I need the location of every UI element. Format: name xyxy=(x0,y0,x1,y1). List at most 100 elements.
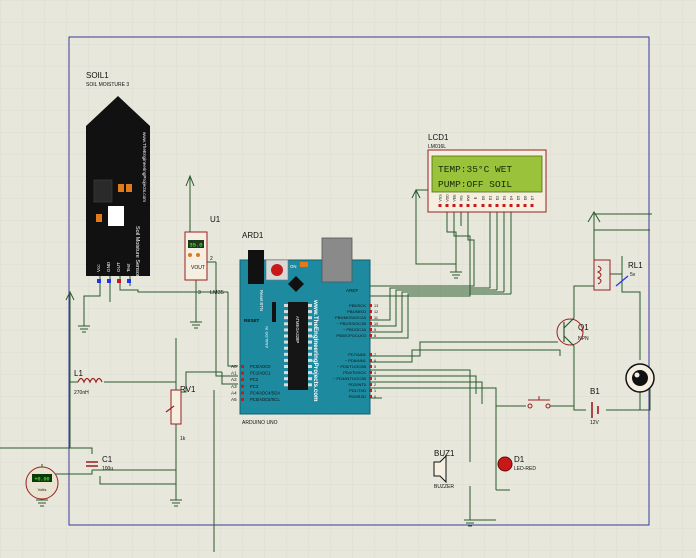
pin-dot xyxy=(127,279,131,283)
lm35-led xyxy=(196,253,200,257)
analog-pin: A2 xyxy=(231,377,237,382)
pin-dot xyxy=(369,328,372,331)
pin-dot xyxy=(241,384,244,388)
digital-pin-number: 6 xyxy=(374,359,376,363)
chip-pin xyxy=(308,340,312,344)
d1-ref: D1 xyxy=(514,455,525,464)
pin-dot xyxy=(369,316,372,319)
lcd-pin-label: VEE xyxy=(453,194,457,202)
voltmeter-display: +0.00 xyxy=(34,477,49,483)
digital-pin-label: ~ PB2/SS/OC1B xyxy=(337,321,367,326)
digital-pin-number: 8 xyxy=(374,334,376,338)
lcd-pin-dot xyxy=(466,204,470,207)
u1-ref: U1 xyxy=(210,215,221,224)
pin-dot xyxy=(117,279,121,283)
digital-pin-number: 2 xyxy=(374,383,376,387)
lcd-pin-label: D6 xyxy=(524,196,528,201)
arduino-uno[interactable]: ARD1 Reset BTN ON ATMEGA328P www.TheEngi… xyxy=(231,231,378,426)
lm35-type: LM35 xyxy=(210,290,224,296)
pin-dot xyxy=(107,279,111,283)
motor-shaft xyxy=(634,372,640,378)
pin-dot xyxy=(369,334,372,337)
lcd-ref: LCD1 xyxy=(428,133,449,142)
lm35-pin-number-bottom: 3 xyxy=(198,290,201,296)
lcd-pin-label: D0 xyxy=(482,196,486,201)
digital-pin-label: PB4/MISO xyxy=(347,309,366,314)
dc-motor[interactable] xyxy=(625,363,655,393)
pin-dot xyxy=(369,389,372,392)
chip-pin xyxy=(284,352,288,356)
lcd-line-2: PUMP:OFF SOIL xyxy=(438,179,512,190)
arduino-reset-label: RESET xyxy=(244,318,260,323)
atmega-label: ATMEGA328P xyxy=(295,316,300,343)
pin-dot xyxy=(369,310,372,313)
lcd-pin-label: D7 xyxy=(531,196,535,201)
digital-pin-label: PB0/ICP1/CLKO xyxy=(336,333,366,338)
resistor-smd-2 xyxy=(126,184,132,192)
chip-pin xyxy=(308,328,312,332)
arduino-ref: ARD1 xyxy=(242,231,264,240)
lcd-pin-dot xyxy=(502,204,506,207)
analog-pin: A4 xyxy=(231,390,237,395)
rl1-ref: RL1 xyxy=(628,261,643,270)
chip-pin xyxy=(308,322,312,326)
chip-pin xyxy=(308,358,312,362)
pin-dot xyxy=(369,383,372,386)
lcd-pin-dot xyxy=(530,204,534,207)
voltmeter[interactable]: +0.00 Volts xyxy=(25,466,59,500)
digital-pin-number: 3 xyxy=(374,377,376,381)
lcd-pin-dot xyxy=(438,204,442,207)
lcd-type: LM016L xyxy=(428,144,446,150)
dc-jack xyxy=(248,250,264,284)
lcd-pin-label: VSS xyxy=(439,194,443,202)
reset-btn-label: Reset BTN xyxy=(259,290,264,311)
digital-pin-label: PD1/TXD xyxy=(349,388,366,393)
digital-pin-label: ~ PB1/OC1A xyxy=(343,327,366,332)
lcd-pin-dot xyxy=(509,204,513,207)
pin-dot xyxy=(241,398,244,401)
led-body xyxy=(497,456,513,472)
digital-pin-label: PD0/RXD xyxy=(349,394,366,399)
analog-port-label: PC3 xyxy=(250,384,259,389)
chip-pin xyxy=(308,334,312,338)
lcd-pin-dot xyxy=(473,204,477,207)
soil-pin-vcc: Vcc xyxy=(96,264,101,272)
lcd-pin-label: RS xyxy=(460,195,464,201)
soil-type: SOIL MOISTURE 3 xyxy=(86,82,129,88)
chip-pin xyxy=(284,371,288,375)
lcd-pin-dot xyxy=(516,204,520,207)
digital-pin-number: 5 xyxy=(374,365,376,369)
sensor-ic xyxy=(108,206,124,226)
lcd-pin-label: VDD xyxy=(446,194,450,202)
q1-ref: Q1 xyxy=(578,323,589,332)
schematic-canvas[interactable]: SOIL1 SOIL MOISTURE 3 www.TheEngineering… xyxy=(0,0,696,558)
lm35-display: 35.0 xyxy=(189,242,202,249)
digital-pin-label: ~ PD5/T1/OC0B xyxy=(337,364,366,369)
buz1-ref: BUZ1 xyxy=(434,449,455,458)
soil-pin-test: Test xyxy=(126,263,131,272)
lcd-pin-label: D1 xyxy=(489,196,493,201)
b1-value: 12V xyxy=(590,420,600,426)
analog-port-label: PC2 xyxy=(250,377,259,382)
digital-pin-number: 9 xyxy=(374,328,376,332)
digital-pin-number: 0 xyxy=(374,395,376,399)
capacitor-component xyxy=(272,302,276,322)
arduino-board-label: ARDUINO UNO xyxy=(242,420,278,426)
soil-sensor-label: Soil Moisture Sensor xyxy=(134,226,140,277)
digital-pin-number: 1 xyxy=(374,389,376,393)
chip-pin xyxy=(284,340,288,344)
pin-dot xyxy=(369,304,372,307)
reset-button-cap xyxy=(271,264,283,276)
digital-pin-label: PB3/MOSI/OC2A xyxy=(335,315,366,320)
pin-dot xyxy=(369,353,372,356)
lcd-pin-label: RW xyxy=(467,194,471,201)
buz1-type: BUZZER xyxy=(434,484,454,490)
soil-ref: SOIL1 xyxy=(86,71,109,80)
lcd-pin-dot xyxy=(488,204,492,207)
chip-pin xyxy=(284,328,288,332)
lcd-pin-label: D4 xyxy=(510,196,514,201)
chip-pin xyxy=(284,316,288,320)
lm35-led xyxy=(188,253,192,257)
resistor-smd xyxy=(118,184,124,192)
chip-pin xyxy=(284,365,288,368)
